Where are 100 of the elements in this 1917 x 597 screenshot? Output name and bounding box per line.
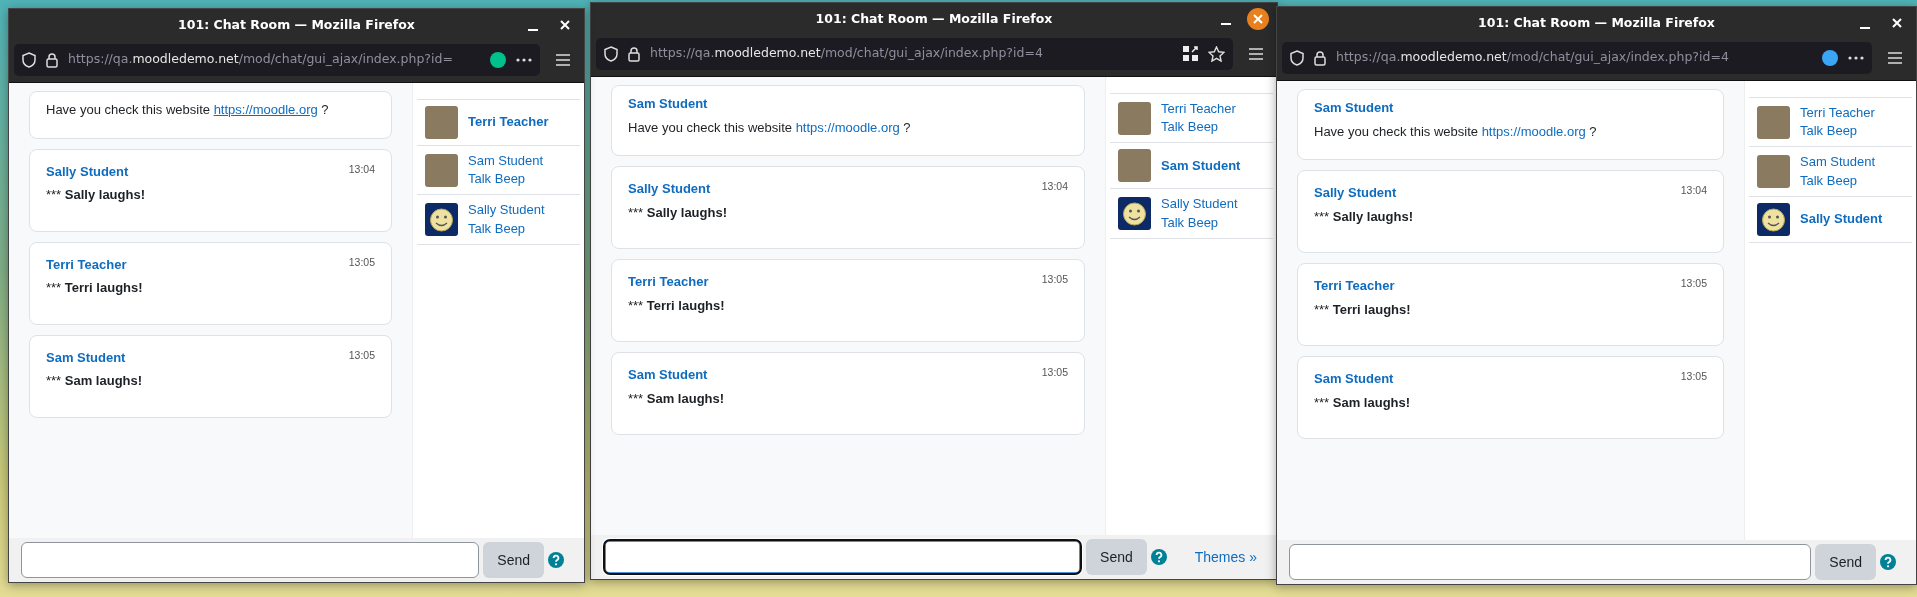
avatar-photo-placeholder: [1757, 105, 1790, 139]
message-author[interactable]: Sam Student: [1314, 369, 1394, 389]
message-time: 13:05: [348, 254, 375, 270]
close-icon: [1892, 18, 1902, 28]
message-link[interactable]: https://moodle.org: [213, 102, 318, 117]
message-time: 13:05: [1041, 272, 1068, 287]
shield-icon: [22, 51, 36, 68]
user-name[interactable]: Sally Student: [1800, 210, 1883, 229]
message-author[interactable]: Sam Student: [46, 347, 126, 367]
message-author[interactable]: Sam Student: [628, 365, 708, 385]
message-input[interactable]: [21, 542, 480, 578]
message-text: *** Terri laughs!: [628, 296, 726, 315]
message-author[interactable]: Sally Student: [628, 179, 711, 199]
lock-icon: [1314, 49, 1326, 66]
address-bar[interactable]: https://qa.moodledemo.net/mod/chat/gui_ajax/index.php?id=4: [596, 37, 1233, 70]
message-time: 13:04: [348, 161, 375, 177]
avatar-photo-placeholder: [1118, 149, 1151, 183]
url-text: https://qa.moodledemo.net/mod/chat/gui_ajax/index.php?id=: [68, 50, 454, 69]
message-link[interactable]: https://moodle.org: [1481, 123, 1586, 139]
address-bar[interactable]: https://qa.moodledemo.net/mod/chat/gui_ajax/index.php?id=: [14, 43, 540, 76]
message-text: *** Sally laughs!: [628, 203, 728, 222]
message-author[interactable]: Sam Student: [1314, 98, 1394, 118]
message-text: *** Sam laughs!: [46, 372, 144, 390]
user-name[interactable]: Sally Student: [468, 201, 545, 220]
shield-icon: [1290, 49, 1304, 66]
help-icon[interactable]: [548, 552, 564, 568]
message-input[interactable]: [1289, 544, 1812, 580]
minimize-icon: [1221, 23, 1231, 25]
user-name[interactable]: Terri Teacher: [1800, 104, 1875, 123]
message-text: *** Sally laughs!: [1314, 207, 1414, 226]
message-text: Have you check this website https://moodle.org ?: [628, 118, 912, 137]
minimize-icon: [1860, 27, 1870, 29]
message-text: *** Terri laughs!: [1314, 300, 1412, 319]
more-icon[interactable]: [1848, 55, 1864, 60]
address-bar[interactable]: https://qa.moodledemo.net/mod/chat/gui_ajax/index.php?id=4: [1282, 41, 1872, 74]
themes-link[interactable]: Themes »: [1194, 546, 1257, 568]
talk-beep-link[interactable]: Talk Beep: [1161, 118, 1236, 137]
message-time: 13:05: [1680, 276, 1707, 291]
smiley-avatar-icon: [425, 203, 458, 237]
smiley-avatar-icon: [1757, 202, 1790, 236]
user-name[interactable]: Sam Student: [1161, 156, 1241, 175]
close-icon: [1253, 14, 1263, 24]
talk-beep-link[interactable]: Talk Beep: [1161, 213, 1238, 232]
message-time: 13:05: [348, 347, 375, 363]
message-text: *** Sam laughs!: [628, 389, 726, 408]
message-author[interactable]: Terri Teacher: [628, 272, 709, 292]
message-input[interactable]: [603, 539, 1083, 575]
message-time: 13:04: [1680, 183, 1707, 198]
user-name[interactable]: Sam Student: [468, 152, 544, 171]
message-text: *** Sally laughs!: [46, 186, 146, 204]
star-icon[interactable]: [1208, 45, 1225, 62]
talk-beep-link[interactable]: Talk Beep: [468, 219, 545, 238]
window-title: 101: Chat Room — Mozilla Firefox: [1478, 14, 1715, 32]
window-title: 101: Chat Room — Mozilla Firefox: [815, 10, 1053, 28]
message-time: 13:04: [1041, 179, 1068, 194]
more-icon[interactable]: [516, 57, 532, 62]
user-name[interactable]: Terri Teacher: [1161, 100, 1236, 119]
shield-icon: [604, 45, 618, 62]
avatar-photo-placeholder: [425, 106, 458, 139]
user-name[interactable]: Terri Teacher: [468, 113, 549, 132]
avatar-photo-placeholder: [1118, 101, 1151, 135]
message-text: Have you check this website https://moodle.org ?: [46, 101, 330, 119]
menu-icon: [1888, 51, 1902, 64]
url-text: https://qa.moodledemo.net/mod/chat/gui_ajax/index.php?id=4: [650, 44, 1044, 63]
menu-icon: [1249, 47, 1263, 60]
avatar-photo-placeholder: [425, 153, 458, 187]
message-text: Have you check this website https://moodle.org ?: [1314, 122, 1598, 141]
message-author[interactable]: Sally Student: [1314, 183, 1397, 203]
message-text: *** Sam laughs!: [1314, 393, 1412, 412]
menu-icon: [556, 53, 570, 66]
message-time: 13:05: [1680, 369, 1707, 384]
window-title: 101: Chat Room — Mozilla Firefox: [178, 16, 415, 34]
lock-icon: [628, 45, 640, 62]
message-time: 13:05: [1041, 365, 1068, 380]
avatar-photo-placeholder: [1757, 155, 1790, 189]
extension-dot-icon[interactable]: [1822, 49, 1838, 66]
grid-icon[interactable]: [1183, 46, 1198, 61]
talk-beep-link[interactable]: Talk Beep: [468, 170, 544, 189]
close-button[interactable]: [1247, 8, 1269, 30]
send-button[interactable]: Send: [1815, 544, 1876, 580]
help-icon[interactable]: [1880, 554, 1896, 570]
help-icon[interactable]: [1150, 549, 1167, 565]
user-name[interactable]: Sally Student: [1161, 195, 1238, 214]
user-name[interactable]: Sam Student: [1800, 153, 1876, 172]
smiley-avatar-icon: [1118, 197, 1151, 231]
talk-beep-link[interactable]: Talk Beep: [1800, 122, 1875, 141]
minimize-icon: [528, 29, 538, 31]
url-text: https://qa.moodledemo.net/mod/chat/gui_ajax/index.php?id=4: [1336, 48, 1730, 67]
message-text: *** Terri laughs!: [46, 279, 144, 297]
message-author[interactable]: Terri Teacher: [46, 254, 127, 274]
message-link[interactable]: https://moodle.org: [795, 119, 900, 135]
message-author[interactable]: Sally Student: [46, 161, 129, 181]
close-icon: [560, 20, 570, 30]
lock-icon: [46, 51, 58, 68]
send-button[interactable]: Send: [483, 542, 544, 578]
message-author[interactable]: Terri Teacher: [1314, 276, 1395, 296]
send-button[interactable]: Send: [1086, 539, 1147, 575]
extension-dot-icon[interactable]: [490, 51, 506, 68]
message-author[interactable]: Sam Student: [628, 94, 708, 114]
talk-beep-link[interactable]: Talk Beep: [1800, 171, 1876, 190]
